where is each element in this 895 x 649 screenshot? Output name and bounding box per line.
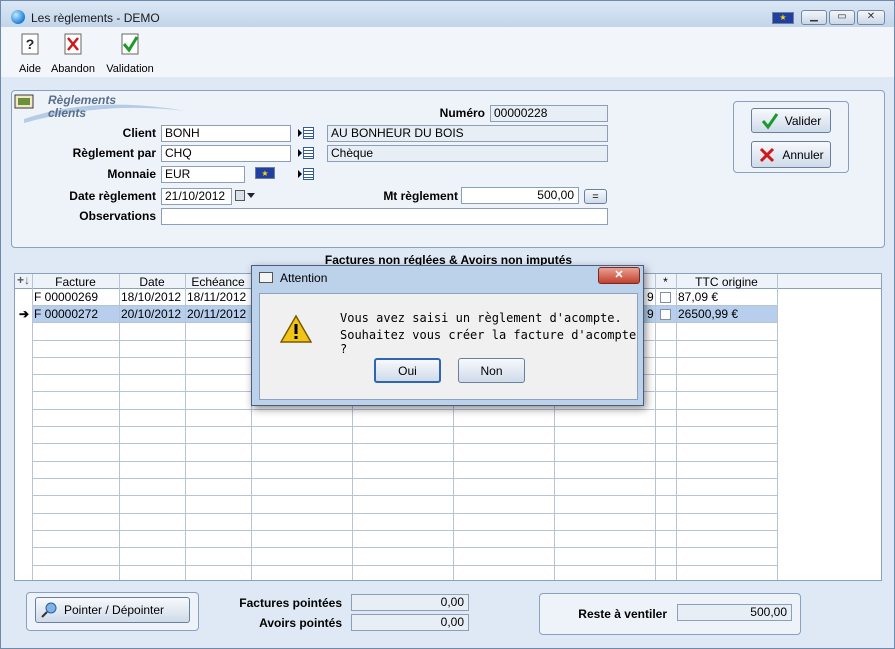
validation-label: Validation xyxy=(106,63,154,75)
pointer-depointer-label: Pointer / Dépointer xyxy=(64,603,165,617)
logo-line2: clients xyxy=(48,106,87,120)
cancel-icon xyxy=(760,147,775,162)
app-icon xyxy=(11,10,25,24)
attention-dialog: Attention ✕ Vous avez saisi un règlement… xyxy=(251,265,644,406)
reglement-code-field[interactable]: CHQ xyxy=(161,145,291,162)
row1-clipped-value: 9 xyxy=(647,290,654,304)
calendar-icon[interactable] xyxy=(235,190,245,201)
validation-tool[interactable]: Validation xyxy=(105,33,155,75)
aide-tool[interactable]: ? Aide xyxy=(15,33,45,75)
help-icon: ? xyxy=(21,33,39,55)
monnaie-field[interactable]: EUR xyxy=(161,166,245,183)
client-name-field: AU BONHEUR DU BOIS xyxy=(327,125,608,142)
dialog-title: Attention xyxy=(280,271,328,285)
avoirs-pointes-label: Avoirs pointés xyxy=(259,616,342,630)
abandon-tool[interactable]: Abandon xyxy=(49,33,97,75)
validation-icon xyxy=(121,33,139,55)
abandon-label: Abandon xyxy=(50,63,96,75)
eu-flag-icon: ★ xyxy=(772,12,794,24)
logo-line1: Règlements xyxy=(48,93,117,107)
svg-text:?: ? xyxy=(26,36,35,52)
row2-date: 20/10/2012 xyxy=(121,307,182,321)
date-reglement-field[interactable]: 21/10/2012 xyxy=(161,188,232,205)
row2-echeance: 20/11/2012 xyxy=(187,307,247,321)
date-reglement-label: Date règlement xyxy=(69,189,156,203)
pointer-depointer-button[interactable]: Pointer / Dépointer xyxy=(35,597,190,623)
monnaie-label: Monnaie xyxy=(107,167,156,181)
chevron-down-icon[interactable] xyxy=(247,193,255,198)
row1-echeance: 18/11/2012 xyxy=(187,290,247,304)
mt-reglement-label: Mt règlement xyxy=(383,189,458,203)
dialog-close-button[interactable]: ✕ xyxy=(598,267,640,284)
observations-field[interactable] xyxy=(161,208,608,225)
row2-facture[interactable]: F 00000272 xyxy=(34,306,98,322)
minimize-button[interactable]: ▁ xyxy=(801,10,827,25)
col-facture[interactable]: Facture xyxy=(32,275,119,289)
app-window: Les règlements - DEMO ★ ▁ ▭ ✕ ? Aide Aba… xyxy=(0,0,895,649)
col-date[interactable]: Date xyxy=(119,275,185,289)
col-ttc-origine[interactable]: TTC origine xyxy=(676,275,777,289)
row2-ttc: 26500,99 € xyxy=(678,307,739,321)
eu-flag-icon: ★ xyxy=(255,167,275,179)
abandon-icon xyxy=(64,33,82,55)
reglements-logo: Règlements clients xyxy=(14,93,189,123)
oui-button[interactable]: Oui xyxy=(374,358,441,383)
row1-date: 18/10/2012 xyxy=(121,290,182,304)
col-star[interactable]: * xyxy=(655,275,676,289)
numero-label: Numéro xyxy=(439,106,485,120)
dialog-body: Vous avez saisi un règlement d'acompte. … xyxy=(259,293,638,400)
toolbar: ? Aide Abandon Validation xyxy=(1,27,894,77)
factures-pointees-field: 0,00 xyxy=(351,594,469,611)
title-bar: Les règlements - DEMO ★ ▁ ▭ ✕ xyxy=(1,1,894,27)
row1-checkbox[interactable] xyxy=(660,292,671,303)
row1-ttc: 87,09 € xyxy=(678,290,719,304)
equals-button[interactable]: = xyxy=(584,189,607,204)
annuler-button[interactable]: Annuler xyxy=(751,141,831,168)
valider-label: Valider xyxy=(784,113,822,128)
client-label: Client xyxy=(122,126,156,140)
factures-pointees-label: Factures pointées xyxy=(239,596,342,610)
pin-icon xyxy=(41,602,57,618)
client-code-field[interactable]: BONH xyxy=(161,125,291,142)
dialog-message-line2: Souhaitez vous créer la facture d'acompt… xyxy=(340,328,637,356)
valider-button[interactable]: Valider xyxy=(751,108,831,133)
avoirs-pointes-field: 0,00 xyxy=(351,614,469,631)
reglement-name-field: Chèque xyxy=(327,145,608,162)
reglement-par-label: Règlement par xyxy=(72,146,156,160)
warning-icon xyxy=(280,314,312,343)
reste-a-ventiler-label: Reste à ventiler xyxy=(578,607,667,621)
dialog-window-icon xyxy=(259,272,273,283)
mt-reglement-field[interactable]: 500,00 xyxy=(461,187,579,204)
client-picker-icon[interactable] xyxy=(298,126,314,140)
close-button[interactable]: ✕ xyxy=(857,10,885,25)
row2-clipped-value: 9 xyxy=(647,307,654,321)
col-echeance[interactable]: Echéance xyxy=(185,275,251,289)
annuler-label: Annuler xyxy=(782,147,824,162)
aide-label: Aide xyxy=(18,63,42,75)
row2-checkbox[interactable] xyxy=(660,309,671,320)
observations-label: Observations xyxy=(79,209,156,223)
window-title: Les règlements - DEMO xyxy=(31,11,160,25)
current-row-arrow-icon: ➔ xyxy=(19,307,30,321)
reste-a-ventiler-field: 500,00 xyxy=(677,604,792,621)
reglement-picker-icon[interactable] xyxy=(298,146,314,160)
dialog-message-line1: Vous avez saisi un règlement d'acompte. xyxy=(340,311,622,325)
maximize-button[interactable]: ▭ xyxy=(829,10,855,25)
row1-facture[interactable]: F 00000269 xyxy=(34,289,98,305)
monnaie-picker-icon[interactable] xyxy=(298,167,314,181)
check-icon xyxy=(761,112,778,129)
non-button[interactable]: Non xyxy=(458,358,525,383)
numero-field: 00000228 xyxy=(490,105,608,122)
add-column-icon[interactable]: +↓ xyxy=(17,274,30,287)
